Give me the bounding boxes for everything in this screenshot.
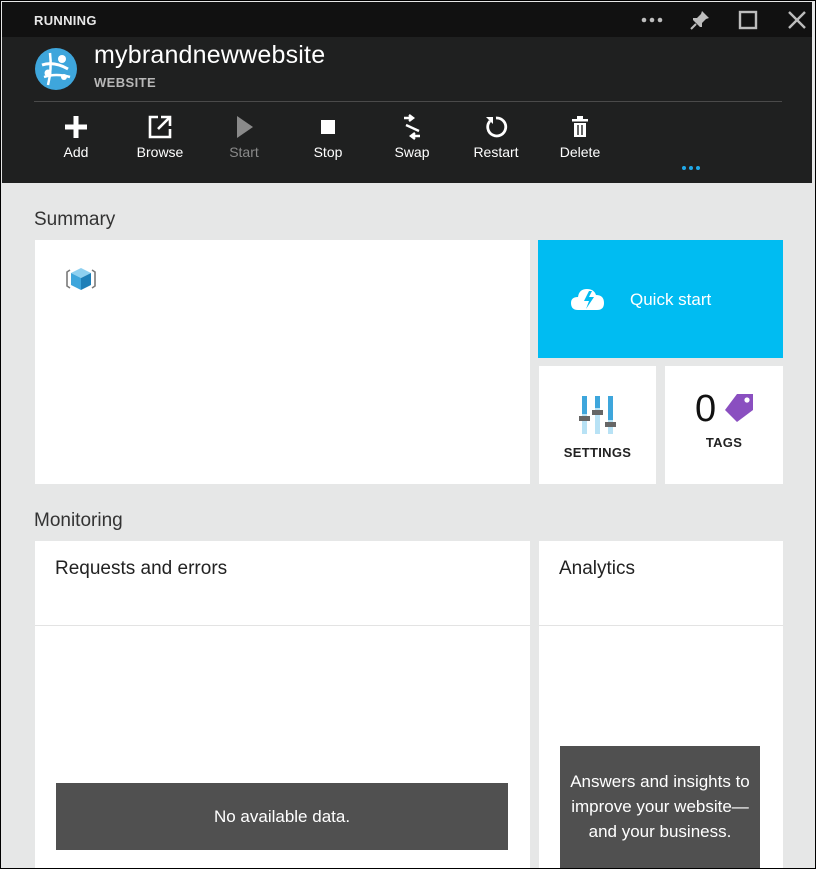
sliders-icon: [579, 394, 617, 441]
tags-label: TAGS: [705, 435, 743, 450]
requests-errors-title: Requests and errors: [55, 558, 228, 579]
browse-label: Browse: [136, 144, 184, 160]
monitoring-heading: Monitoring: [34, 510, 123, 531]
settings-label: SETTINGS: [563, 445, 632, 460]
restart-label: Restart: [473, 144, 519, 160]
site-name: mybrandnewwebsite: [94, 41, 326, 69]
external-link-icon: [120, 112, 200, 142]
azure-website-icon: [34, 47, 78, 91]
blade-header: RUNNING mybrandnewwebsite WEBSITE Add Br…: [2, 2, 812, 183]
summary-tile[interactable]: [35, 240, 530, 484]
blade-title-bar: RUNNING: [2, 2, 812, 37]
running-status: RUNNING: [34, 13, 97, 28]
quick-start-tile[interactable]: Quick start: [538, 240, 783, 358]
stop-icon: [288, 112, 368, 142]
pin-icon[interactable]: [686, 8, 714, 32]
start-label: Start: [229, 144, 259, 160]
delete-label: Delete: [559, 144, 601, 160]
stop-button[interactable]: Stop: [288, 112, 368, 168]
header-divider: [34, 101, 782, 102]
restart-button[interactable]: Restart: [456, 112, 536, 168]
more-commands-icon[interactable]: [678, 160, 704, 176]
quick-start-label: Quick start: [630, 290, 712, 309]
plus-icon: [36, 112, 116, 142]
tag-icon: [723, 392, 755, 429]
site-type: WEBSITE: [94, 75, 157, 90]
swap-button[interactable]: Swap: [372, 112, 452, 168]
cube-icon: [65, 264, 97, 299]
restart-icon: [456, 112, 536, 142]
add-label: Add: [63, 144, 89, 160]
more-icon[interactable]: [638, 8, 666, 32]
swap-icon: [372, 112, 452, 142]
analytics-title: Analytics: [559, 558, 636, 579]
trash-icon: [540, 112, 620, 142]
analytics-tile[interactable]: Analytics Answers and insights to improv…: [539, 541, 783, 868]
delete-button[interactable]: Delete: [540, 112, 620, 168]
browse-button[interactable]: Browse: [120, 112, 200, 168]
analytics-divider: [539, 625, 783, 626]
requests-errors-tile[interactable]: Requests and errors No available data.: [35, 541, 530, 868]
add-button[interactable]: Add: [36, 112, 116, 168]
analytics-promo: Answers and insights to improve your web…: [560, 746, 760, 868]
no-data-message: No available data.: [56, 783, 508, 850]
summary-heading: Summary: [34, 209, 116, 230]
swap-label: Swap: [394, 144, 430, 160]
requests-divider: [35, 625, 530, 626]
settings-tile[interactable]: SETTINGS: [539, 366, 656, 484]
blade-window: RUNNING mybrandnewwebsite WEBSITE Add Br…: [0, 0, 816, 869]
cloud-lightning-icon: [570, 284, 606, 317]
start-button[interactable]: Start: [204, 112, 284, 168]
maximize-icon[interactable]: [734, 8, 762, 32]
play-icon: [204, 112, 284, 142]
stop-label: Stop: [313, 144, 343, 160]
close-icon[interactable]: [783, 8, 811, 32]
tags-tile[interactable]: 0 TAGS: [665, 366, 783, 484]
tags-count: 0: [695, 388, 717, 430]
